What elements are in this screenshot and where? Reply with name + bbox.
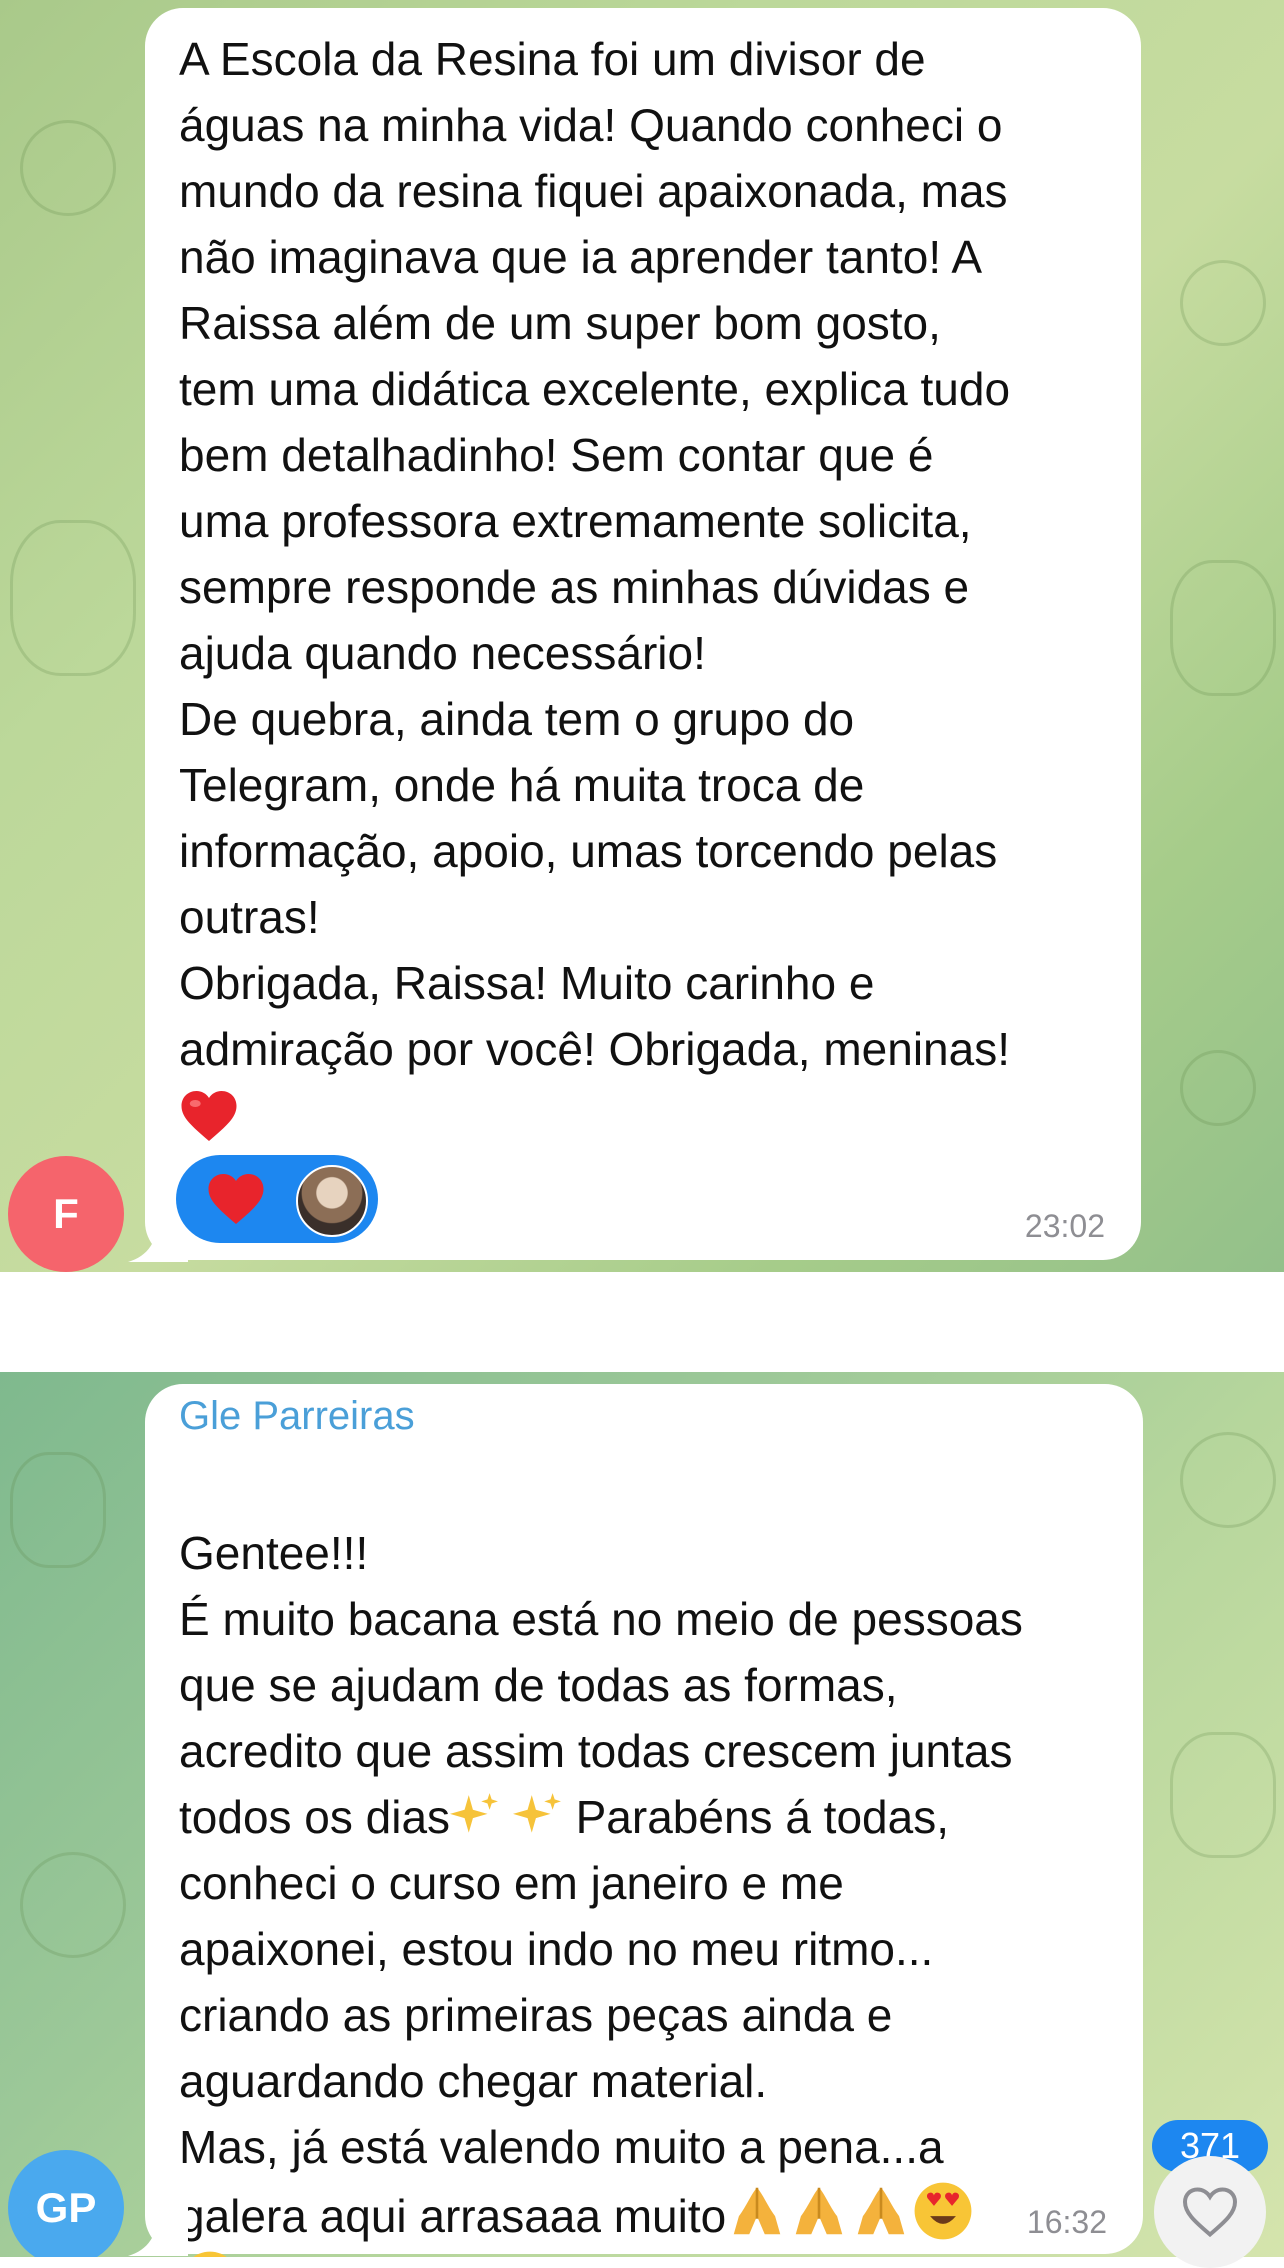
message-text-part: Parabéns á todas, — [562, 1791, 949, 1843]
message-text-part: galera aqui arrasaaa muito — [179, 2190, 727, 2242]
message-time: 16:32 — [1026, 2204, 1107, 2240]
sender-name[interactable]: Gle Parreiras — [179, 1394, 415, 1439]
doodle-decoration — [10, 520, 136, 676]
folded-hands-emoji — [857, 2187, 905, 2235]
message-text: Gentee!!! É muito bacana está no meio de… — [179, 1454, 1113, 2257]
like-button[interactable] — [1154, 2156, 1266, 2268]
chat-background-top: A Escola da Resina foi um divisor de águ… — [0, 0, 1284, 1272]
reactor-avatar — [296, 1165, 368, 1237]
avatar-initials: GP — [35, 2184, 97, 2231]
doodle-decoration — [20, 120, 116, 216]
doodle-decoration — [20, 1852, 126, 1958]
reaction-pill[interactable] — [176, 1155, 378, 1243]
bubble-tail — [128, 1212, 188, 1262]
message-bubble[interactable]: A Escola da Resina foi um divisor de águ… — [145, 8, 1141, 1260]
message-text-part: conheci o curso em janeiro e me apaixone… — [179, 1857, 944, 2173]
folded-hands-emoji — [795, 2187, 843, 2235]
doodle-decoration — [10, 1452, 106, 1568]
doodle-decoration — [1180, 1050, 1256, 1126]
avatar[interactable]: GP — [8, 2150, 124, 2257]
heart-eyes-emoji — [914, 2182, 972, 2240]
heart-eyes-emoji — [193, 2251, 227, 2257]
sparkles-emoji — [450, 1793, 498, 1833]
avatar-initials: F — [53, 1190, 79, 1237]
avatar[interactable]: F — [8, 1156, 124, 1272]
heart-outline-icon — [1182, 2187, 1238, 2238]
heart-emoji — [181, 1091, 237, 1141]
message-text-part: Gentee!!! É muito bacana está no meio de… — [179, 1527, 1023, 1777]
sparkles-emoji — [512, 1793, 561, 1833]
heart-emoji — [208, 1174, 264, 1224]
bubble-tail — [128, 2206, 188, 2256]
message-time: 23:02 — [1024, 1208, 1105, 1244]
doodle-decoration — [1170, 1732, 1276, 1858]
doodle-decoration — [1170, 560, 1276, 696]
message-text: A Escola da Resina foi um divisor de águ… — [179, 33, 1011, 1075]
doodle-decoration — [1180, 260, 1266, 346]
message-text-part: todos os dias — [179, 1791, 451, 1843]
folded-hands-emoji — [733, 2187, 781, 2235]
doodle-decoration — [1180, 1432, 1276, 1528]
message-bubble[interactable]: Gle Parreiras Gentee!!! É muito bacana e… — [145, 1384, 1143, 2257]
chat-background-bottom: Gle Parreiras Gentee!!! É muito bacana e… — [0, 1372, 1284, 2257]
